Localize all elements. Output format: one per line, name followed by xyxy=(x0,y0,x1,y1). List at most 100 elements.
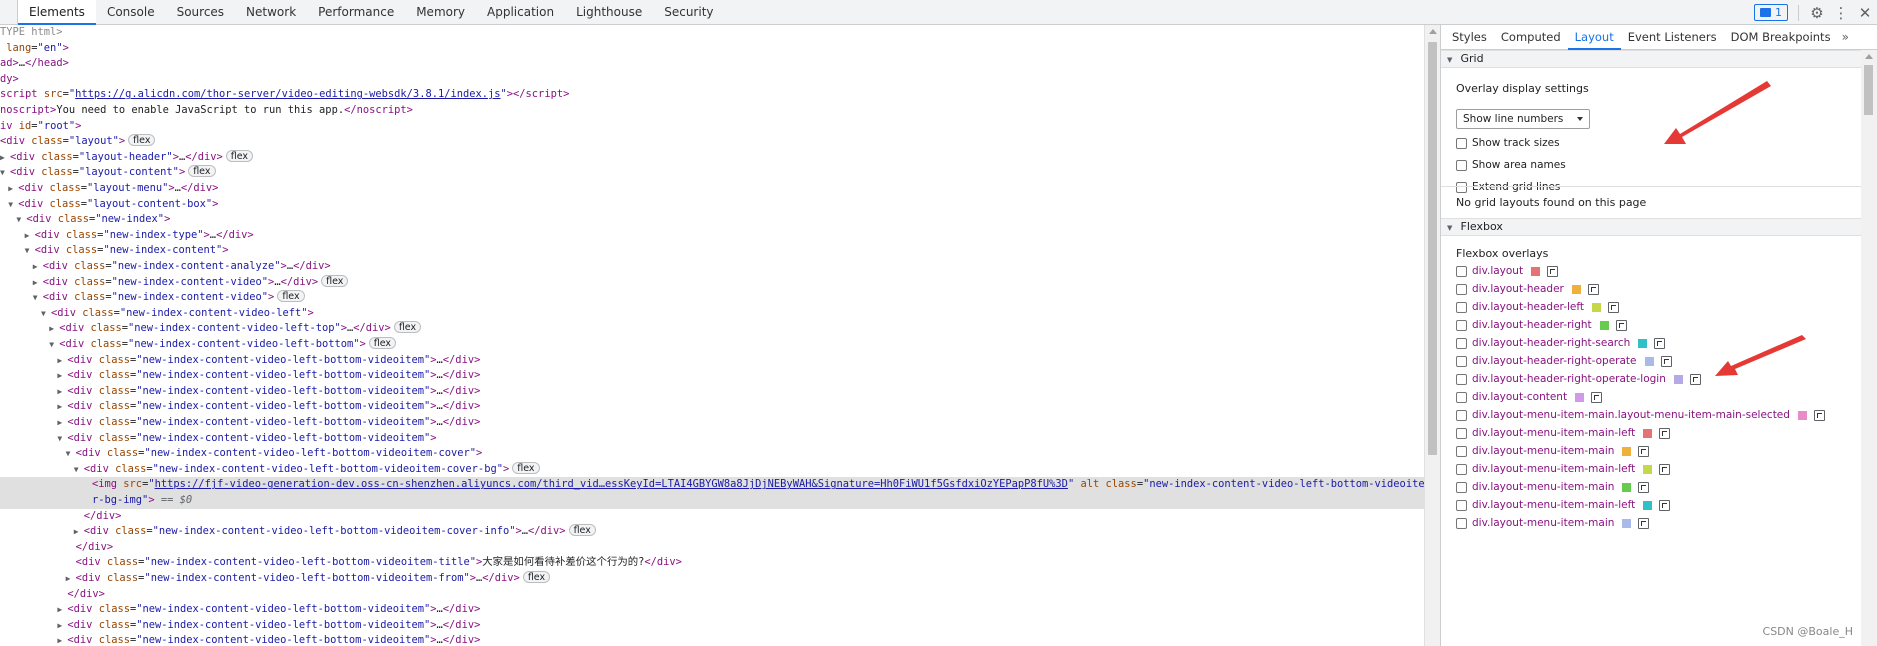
collapsed-triangle-icon[interactable]: ▶ xyxy=(57,399,67,415)
reveal-element-icon[interactable] xyxy=(1659,428,1671,439)
expanded-triangle-icon[interactable]: ▼ xyxy=(74,462,84,478)
flex-overlay-checkbox[interactable] xyxy=(1456,410,1467,421)
flex-badge[interactable]: flex xyxy=(393,321,422,334)
side-panel-scrollbar[interactable] xyxy=(1861,50,1877,646)
dom-node[interactable]: ▶ <div class="layout-header">…</div> flex xyxy=(0,149,1424,166)
overlay-color-swatch[interactable] xyxy=(1643,429,1653,438)
dom-tree-scrollbar[interactable] xyxy=(1424,25,1440,646)
scroll-up-arrow-icon[interactable] xyxy=(1865,54,1873,59)
dom-node[interactable]: ▶ <div class="new-index-content-video-lef… xyxy=(0,321,1424,337)
tab-console[interactable]: Console xyxy=(96,0,166,25)
flex-badge[interactable]: flex xyxy=(277,290,305,303)
reveal-element-icon[interactable] xyxy=(1654,338,1666,349)
dom-node[interactable]: ▶ <div class="new-index-content-video-lef… xyxy=(0,368,1424,384)
reveal-element-icon[interactable] xyxy=(1638,482,1650,493)
collapsed-triangle-icon[interactable]: ▶ xyxy=(0,150,10,166)
dom-node[interactable]: ▶ <div class="new-index-content-video-lef… xyxy=(0,618,1424,634)
dom-node[interactable]: ▶ <div class="new-index-content-video">…<… xyxy=(0,274,1424,291)
dom-node[interactable]: ▶ <div class="new-index-content-analyze">… xyxy=(0,259,1424,275)
expanded-triangle-icon[interactable]: ▼ xyxy=(49,337,59,353)
reveal-element-icon[interactable] xyxy=(1689,374,1701,385)
flex-overlay-checkbox[interactable] xyxy=(1456,284,1467,295)
tab-lighthouse[interactable]: Lighthouse xyxy=(565,0,653,25)
tab-application[interactable]: Application xyxy=(476,0,565,25)
expanded-triangle-icon[interactable]: ▼ xyxy=(16,212,26,228)
dom-node[interactable]: ▶ <div class="new-index-content-video-lef… xyxy=(0,571,1424,587)
flex-overlay-checkbox[interactable] xyxy=(1456,464,1467,475)
checkbox-extend-grid-lines[interactable] xyxy=(1456,182,1467,193)
flex-overlay-checkbox[interactable] xyxy=(1456,428,1467,439)
flex-badge[interactable]: flex xyxy=(512,461,540,474)
flex-overlay-checkbox[interactable] xyxy=(1456,320,1467,331)
collapsed-triangle-icon[interactable]: ▶ xyxy=(33,275,43,291)
dom-node[interactable]: TYPE html> xyxy=(0,25,1424,41)
side-tab-styles[interactable]: Styles xyxy=(1445,25,1494,50)
dom-node[interactable]: <div class="layout"> flex xyxy=(0,134,1424,150)
overlay-color-swatch[interactable] xyxy=(1643,501,1653,510)
flex-badge[interactable]: flex xyxy=(522,571,551,583)
collapsed-triangle-icon[interactable]: ▶ xyxy=(57,618,67,634)
collapsed-triangle-icon[interactable]: ▶ xyxy=(33,259,43,275)
dom-node[interactable]: ▼ <div class="new-index-content-video-lef… xyxy=(0,337,1424,353)
scrollbar-thumb[interactable] xyxy=(1428,42,1437,455)
dom-node[interactable]: iv id="root"> xyxy=(0,119,1424,135)
collapsed-triangle-icon[interactable]: ▶ xyxy=(57,353,67,369)
flex-badge[interactable]: flex xyxy=(188,165,216,178)
overlay-color-swatch[interactable] xyxy=(1531,267,1541,276)
flex-overlay-checkbox[interactable] xyxy=(1456,446,1467,457)
dom-node[interactable]: script src="https://g.alicdn.com/thor-se… xyxy=(0,87,1424,103)
dom-node[interactable]: ▼ <div class="new-index-content-video-lef… xyxy=(0,446,1424,462)
reveal-element-icon[interactable] xyxy=(1587,284,1599,295)
collapsed-triangle-icon[interactable]: ▶ xyxy=(57,602,67,618)
overlay-color-swatch[interactable] xyxy=(1643,465,1653,474)
collapsed-triangle-icon[interactable]: ▶ xyxy=(66,571,76,587)
more-tabs-chevron-icon[interactable]: » xyxy=(1842,30,1849,44)
collapsed-triangle-icon[interactable]: ▶ xyxy=(57,384,67,400)
checkbox-show-track-sizes[interactable] xyxy=(1456,138,1467,149)
reveal-element-icon[interactable] xyxy=(1591,392,1603,403)
dom-node[interactable]: </div> xyxy=(0,509,1424,525)
overlay-color-swatch[interactable] xyxy=(1644,357,1654,366)
dom-node[interactable]: ▶ <div class="new-index-content-video-lef… xyxy=(0,602,1424,618)
flex-badge[interactable]: flex xyxy=(321,274,349,287)
side-tab-dom-breakpoints[interactable]: DOM Breakpoints xyxy=(1724,25,1838,50)
dom-node[interactable]: ▼ <div class="new-index-content-video-lef… xyxy=(0,306,1424,322)
dom-node[interactable]: ▶ <div class="new-index-content-video-lef… xyxy=(0,633,1424,646)
flex-overlay-checkbox[interactable] xyxy=(1456,374,1467,385)
flex-overlay-checkbox[interactable] xyxy=(1456,392,1467,403)
overlay-color-swatch[interactable] xyxy=(1575,393,1585,402)
dom-node[interactable]: ▶ <div class="new-index-content-video-lef… xyxy=(0,384,1424,400)
expanded-triangle-icon[interactable]: ▼ xyxy=(33,290,43,306)
flex-overlay-checkbox[interactable] xyxy=(1456,356,1467,367)
line-numbers-select[interactable]: Show line numbers xyxy=(1456,109,1590,129)
reveal-element-icon[interactable] xyxy=(1638,446,1650,457)
dom-node[interactable]: dy> xyxy=(0,72,1424,88)
tab-elements[interactable]: Elements xyxy=(18,0,96,25)
expanded-triangle-icon[interactable]: ▼ xyxy=(25,243,35,259)
settings-gear-icon[interactable]: ⚙ xyxy=(1805,0,1829,25)
dom-node[interactable]: ▶ <div class="new-index-content-video-lef… xyxy=(0,415,1424,431)
tab-performance[interactable]: Performance xyxy=(307,0,405,25)
dom-node[interactable]: ▶ <div class="new-index-content-video-lef… xyxy=(0,524,1424,540)
collapsed-triangle-icon[interactable]: ▶ xyxy=(8,181,18,197)
overlay-color-swatch[interactable] xyxy=(1591,303,1601,312)
dom-node[interactable]: ▶ <div class="layout-menu">…</div> xyxy=(0,181,1424,197)
scrollbar-thumb[interactable] xyxy=(1864,65,1873,115)
expanded-triangle-icon[interactable]: ▼ xyxy=(41,306,51,322)
overlay-color-swatch[interactable] xyxy=(1622,483,1632,492)
overlay-color-swatch[interactable] xyxy=(1622,519,1632,528)
reveal-element-icon[interactable] xyxy=(1660,356,1672,367)
grid-section-header[interactable]: ▼ Grid xyxy=(1441,50,1861,68)
flex-overlay-checkbox[interactable] xyxy=(1456,266,1467,277)
expanded-triangle-icon[interactable]: ▼ xyxy=(0,165,10,181)
dom-node[interactable]: <div class="new-index-content-video-left… xyxy=(0,555,1424,571)
overlay-color-swatch[interactable] xyxy=(1673,375,1683,384)
reveal-element-icon[interactable] xyxy=(1547,266,1559,277)
reveal-element-icon[interactable] xyxy=(1638,518,1650,529)
dom-node[interactable]: ▶ <div class="new-index-content-video-lef… xyxy=(0,353,1424,369)
flex-overlay-checkbox[interactable] xyxy=(1456,482,1467,493)
dom-node[interactable]: noscript>You need to enable JavaScript t… xyxy=(0,103,1424,119)
overlay-color-swatch[interactable] xyxy=(1571,285,1581,294)
reveal-element-icon[interactable] xyxy=(1615,320,1627,331)
reveal-element-icon[interactable] xyxy=(1607,302,1619,313)
